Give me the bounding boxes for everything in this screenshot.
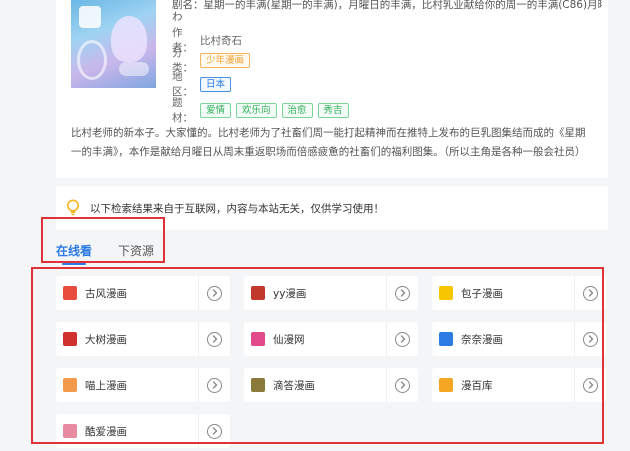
genre-label: 题材： (172, 97, 193, 124)
region-tag[interactable]: 日本 (200, 76, 232, 92)
comic-summary: 比村老师的新本子。大家懂的。比村老师为了社畜们周一能打起精神而在推特上发布的巨乳… (71, 127, 586, 158)
comic-info-card: 剧名：星期一的丰满(星期一的丰满)，月曜日的丰满，比村乳业献给你的周一的丰满(C… (56, 0, 608, 178)
genre-tag[interactable]: 秀吉 (317, 102, 349, 118)
genre-tag[interactable]: 欢乐向 (236, 102, 277, 118)
category-tag[interactable]: 少年漫画 (200, 52, 251, 68)
genre-row: 题材： 爱情 欢乐向 治愈 秀吉 (172, 95, 354, 125)
disclaimer-text: 以下检索结果来自于互联网，内容与本站无关，仅供学习使用！ (90, 202, 384, 215)
comic-cover-image[interactable] (71, 0, 156, 88)
genre-tag[interactable]: 爱情 (200, 102, 232, 118)
comic-alt-titles-cont: わ (172, 11, 183, 23)
highlight-box-tabs (41, 217, 165, 263)
lightbulb-icon (67, 199, 79, 216)
comic-alt-titles: 剧名：星期一的丰满(星期一的丰满)，月曜日的丰满，比村乳业献给你的周一的丰满(C… (172, 0, 602, 11)
highlight-box-sources (31, 267, 604, 444)
genre-tag[interactable]: 治愈 (281, 102, 313, 118)
